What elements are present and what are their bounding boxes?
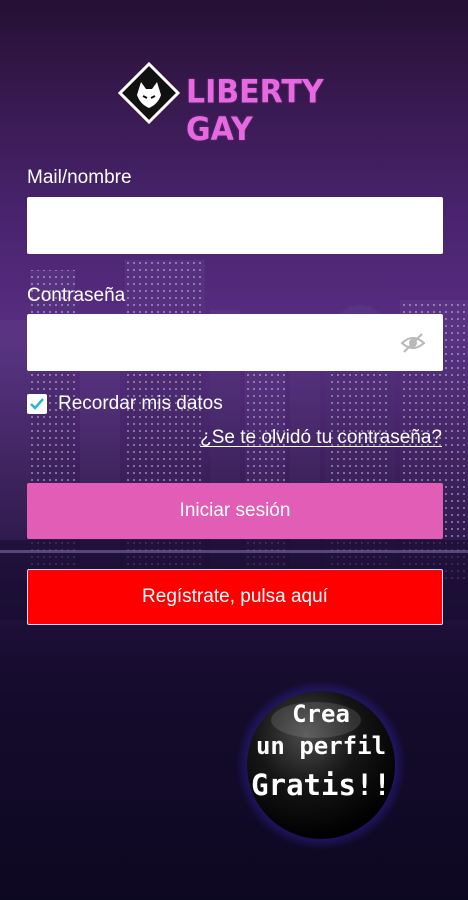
remember-label[interactable]: Recordar mis datos xyxy=(58,393,223,415)
password-input[interactable] xyxy=(27,314,443,371)
remember-checkbox[interactable] xyxy=(27,394,47,414)
username-label: Mail/nombre xyxy=(27,167,132,188)
brand-name: LIBERTY GAY xyxy=(186,73,324,149)
brand-logo: LIBERTY GAY xyxy=(118,62,358,149)
badge-line-3: Gratis!! xyxy=(251,768,391,802)
eye-off-icon[interactable] xyxy=(400,330,426,356)
password-label: Contraseña xyxy=(27,285,126,306)
create-profile-badge[interactable]: Crea un perfil Gratis!! xyxy=(236,680,406,850)
register-button[interactable]: Regístrate, pulsa aquí xyxy=(27,569,443,625)
badge-line-1: Crea xyxy=(292,700,350,728)
badge-line-2: un perfil xyxy=(255,732,387,760)
checkmark-icon xyxy=(30,398,44,410)
username-input[interactable] xyxy=(27,197,443,254)
wolf-logo-icon xyxy=(118,62,180,124)
login-button[interactable]: Iniciar sesión xyxy=(27,483,443,539)
forgot-password-link[interactable]: ¿Se te olvidó tu contraseña? xyxy=(200,427,442,449)
